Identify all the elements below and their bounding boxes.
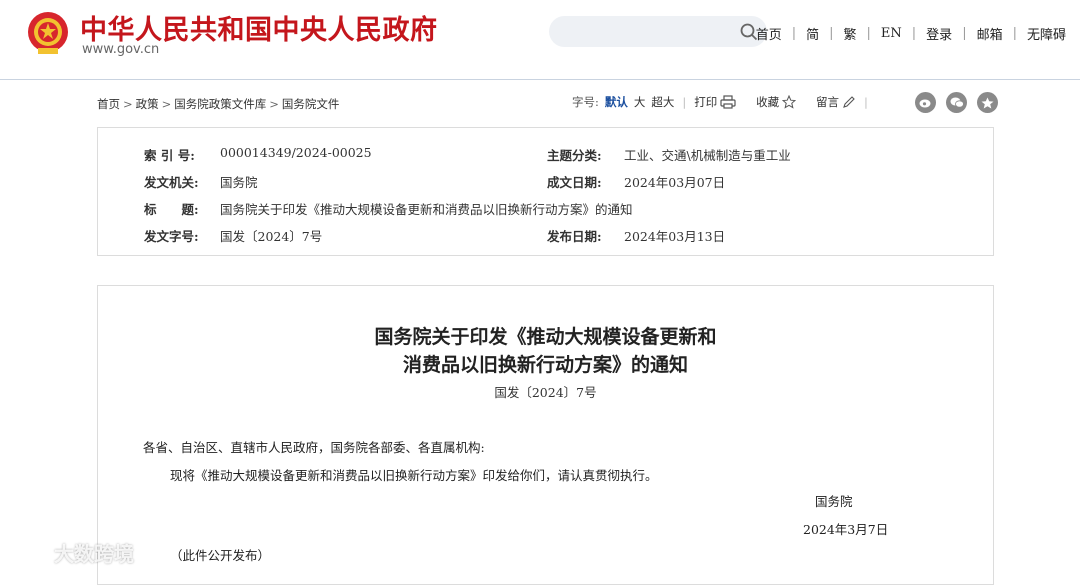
topic-value: 工业、交通\机械制造与重工业 [624, 148, 791, 163]
breadcrumb-state-council-docs[interactable]: 国务院文件 [282, 97, 340, 111]
tools-separator: | [864, 95, 868, 109]
page-tools: 字号: 默认 大 超大 | 打印 | 收藏 | 留言 | [572, 94, 876, 110]
comment-label: 留言 [816, 95, 839, 109]
title-label: 标 题: [144, 202, 199, 217]
nav-login[interactable]: 登录 [926, 24, 952, 43]
national-emblem-icon[interactable] [26, 10, 70, 56]
nav-simplified[interactable]: 简 [806, 24, 819, 43]
breadcrumb-separator: > [161, 97, 172, 111]
breadcrumb-home[interactable]: 首页 [97, 97, 120, 111]
tools-separator: | [682, 95, 687, 109]
document-number: 国发〔2024〕7号 [494, 385, 597, 400]
wechat-icon[interactable] [946, 92, 967, 113]
body-text: 现将《推动大规模设备更新和消费品以旧换新行动方案》印发给你们，请认真贯彻执行。 [170, 468, 658, 483]
title-value: 国务院关于印发《推动大规模设备更新和消费品以旧换新行动方案》的通知 [220, 202, 633, 217]
issuer-label: 发文机关: [144, 175, 199, 190]
signed-date: 2024年3月7日 [803, 522, 889, 537]
nav-separator: | [829, 26, 834, 41]
printer-icon [720, 95, 736, 109]
tools-spacer: | [804, 95, 808, 109]
watermark-logo-icon [10, 544, 45, 561]
nav-accessibility[interactable]: 无障碍 [1027, 24, 1066, 43]
comment-button[interactable]: 留言 [816, 94, 856, 110]
tools-spacer: | [744, 95, 748, 109]
site-header: 中华人民共和国中央人民政府 www.gov.cn 首页 | 简 | 繁 | EN… [0, 0, 1080, 80]
qzone-icon[interactable] [977, 92, 998, 113]
nav-separator: | [962, 26, 967, 41]
nav-separator: | [791, 26, 797, 41]
font-size-label: 字号: [572, 95, 599, 109]
favorite-button[interactable]: 收藏 [756, 94, 797, 110]
nav-separator: | [911, 26, 917, 41]
font-size-xlarge[interactable]: 超大 [651, 94, 674, 110]
written-date-value: 2024年03月07日 [624, 175, 726, 190]
search-input[interactable] [549, 16, 767, 47]
watermark: 大数跨境 [10, 538, 134, 567]
breadcrumb-policy-library[interactable]: 国务院政策文件库 [174, 97, 266, 111]
index-value: 000014349/2024-00025 [220, 145, 372, 160]
font-size-default[interactable]: 默认 [605, 94, 628, 110]
signer: 国务院 [815, 494, 853, 509]
pencil-icon [843, 96, 855, 108]
site-domain: www.gov.cn [82, 42, 160, 57]
watermark-text: 大数跨境 [54, 542, 134, 566]
share-buttons [915, 92, 998, 113]
index-label: 索 引 号: [144, 148, 195, 163]
salutation: 各省、自治区、直辖市人民政府，国务院各部委、各直属机构: [143, 440, 485, 455]
nav-traditional[interactable]: 繁 [844, 24, 857, 43]
published-date-label: 发布日期: [547, 229, 602, 244]
breadcrumb-policy[interactable]: 政策 [136, 97, 159, 111]
breadcrumb-separator: > [123, 97, 133, 111]
doc-number-label: 发文字号: [144, 229, 199, 244]
document-content: 国务院关于印发《推动大规模设备更新和 消费品以旧换新行动方案》的通知 国发〔20… [97, 285, 994, 585]
topic-label: 主题分类: [547, 148, 602, 163]
print-label: 打印 [694, 95, 718, 109]
print-button[interactable]: 打印 [694, 94, 736, 110]
nav-home[interactable]: 首页 [756, 24, 782, 43]
nav-mailbox[interactable]: 邮箱 [977, 24, 1003, 43]
nav-separator: | [1012, 26, 1017, 41]
nav-english[interactable]: EN [881, 26, 902, 41]
published-date-value: 2024年03月13日 [624, 229, 726, 244]
favorite-label: 收藏 [756, 95, 780, 109]
breadcrumb-separator: > [269, 97, 279, 111]
star-icon [782, 95, 797, 109]
issuer-value: 国务院 [220, 175, 258, 190]
nav-separator: | [866, 26, 871, 41]
top-navigation: 首页 | 简 | 繁 | EN | 登录 | 邮箱 | 无障碍 [756, 24, 1066, 43]
written-date-label: 成文日期: [547, 175, 602, 190]
doc-number-value: 国发〔2024〕7号 [220, 229, 323, 244]
weibo-icon[interactable] [915, 92, 936, 113]
breadcrumb: 首页 > 政策 > 国务院政策文件库 > 国务院文件 [97, 96, 339, 112]
font-size-large[interactable]: 大 [634, 94, 646, 110]
publication-note: （此件公开发布） [170, 548, 271, 563]
document-metadata: 索 引 号: 000014349/2024-00025 主题分类: 工业、交通\… [97, 127, 994, 256]
document-title-line-1: 国务院关于印发《推动大规模设备更新和 [374, 326, 717, 348]
document-title-line-2: 消费品以旧换新行动方案》的通知 [402, 354, 688, 376]
